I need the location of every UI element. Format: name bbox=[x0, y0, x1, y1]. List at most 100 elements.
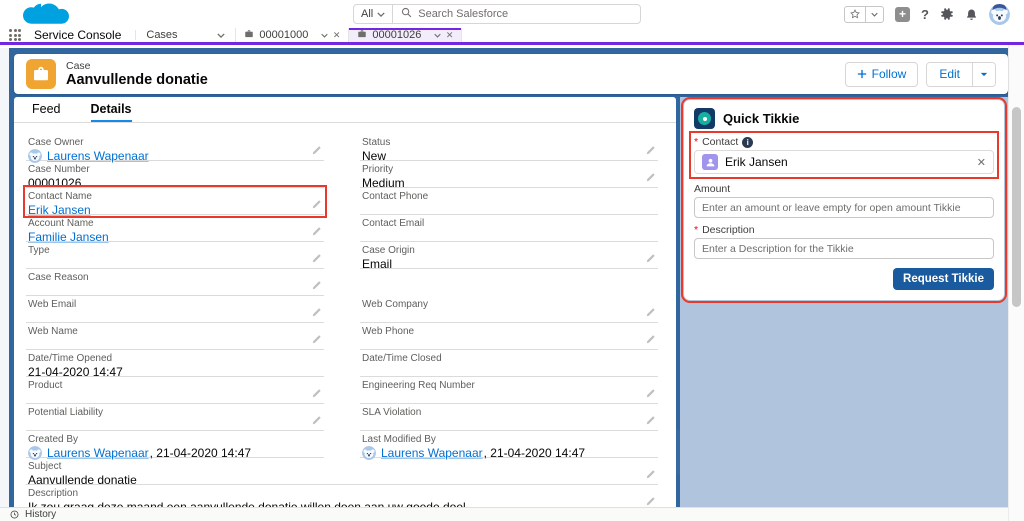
field-label: Contact Email bbox=[362, 218, 658, 229]
search-input[interactable] bbox=[418, 8, 632, 20]
field-engineering-req-number: Engineering Req Number bbox=[360, 377, 658, 404]
edit-pencil-icon[interactable] bbox=[311, 280, 322, 291]
favorites-star-icon[interactable] bbox=[845, 7, 865, 22]
field-label: Case Origin bbox=[362, 245, 658, 256]
edit-pencil-icon[interactable] bbox=[645, 334, 656, 345]
description-field-label: Description bbox=[702, 224, 755, 236]
fields-column-right: Status New Priority Medium Contact Phone bbox=[360, 134, 658, 458]
global-actions-icon[interactable]: + bbox=[895, 7, 910, 22]
salesforce-logo bbox=[20, 1, 70, 32]
field-created-by: Created By Laurens Wapenaar , 21-04-2020… bbox=[26, 431, 324, 458]
fields-full-width: Subject Aanvullende donatie Description … bbox=[14, 458, 676, 507]
entity-label: Case bbox=[66, 60, 208, 72]
field-value: Ik zou graag deze maand een aanvullende … bbox=[28, 500, 469, 507]
help-icon[interactable]: ? bbox=[921, 8, 929, 21]
field-label: Priority bbox=[362, 164, 658, 175]
close-icon[interactable]: ✕ bbox=[333, 30, 341, 41]
console-content: Case Aanvullende donatie Follow Edit Fee… bbox=[0, 48, 1024, 507]
info-icon[interactable]: i bbox=[742, 137, 753, 148]
edit-pencil-icon[interactable] bbox=[311, 307, 322, 318]
edit-pencil-icon[interactable] bbox=[311, 334, 322, 345]
search-scope-label: All bbox=[361, 8, 373, 20]
record-tabs: Feed Details bbox=[14, 97, 676, 123]
close-icon[interactable]: ✕ bbox=[446, 30, 454, 41]
workspace-tab-bar: Service Console Cases 00001000 ✕ 0000102… bbox=[0, 28, 1024, 45]
description-input[interactable] bbox=[694, 238, 994, 259]
field-label: SLA Violation bbox=[362, 407, 658, 418]
edit-pencil-icon[interactable] bbox=[311, 199, 322, 210]
field-label: Case Owner bbox=[28, 137, 324, 148]
utility-history[interactable]: History bbox=[10, 509, 56, 520]
contact-selected-pill[interactable]: Erik Jansen ✕ bbox=[694, 150, 994, 174]
field-potential-liability: Potential Liability bbox=[26, 404, 324, 431]
amount-field-label: Amount bbox=[694, 183, 730, 195]
search-scope-dropdown[interactable]: All bbox=[354, 5, 393, 23]
edit-pencil-icon[interactable] bbox=[645, 307, 656, 318]
field-case-number: Case Number 00001026 bbox=[26, 161, 324, 188]
scrollbar-thumb[interactable] bbox=[1012, 107, 1021, 307]
edit-pencil-icon[interactable] bbox=[645, 388, 656, 399]
global-header: All + ? bbox=[0, 0, 1024, 28]
field-label: Last Modified By bbox=[362, 434, 658, 445]
field-label: Case Reason bbox=[28, 272, 324, 283]
edit-button[interactable]: Edit bbox=[927, 63, 972, 86]
case-briefcase-icon bbox=[357, 29, 367, 42]
field-value: Email bbox=[362, 257, 392, 271]
edit-pencil-icon[interactable] bbox=[645, 172, 656, 183]
edit-pencil-icon[interactable] bbox=[645, 253, 656, 264]
amount-input[interactable] bbox=[694, 197, 994, 218]
field-label: Description bbox=[28, 488, 658, 499]
edit-pencil-icon[interactable] bbox=[311, 145, 322, 156]
field-case-owner: Case Owner Laurens Wapenaar bbox=[26, 134, 324, 161]
edit-pencil-icon[interactable] bbox=[311, 253, 322, 264]
field-label: Contact Phone bbox=[362, 191, 658, 202]
field-product: Product bbox=[26, 377, 324, 404]
favorites-dropdown-icon[interactable] bbox=[865, 7, 883, 22]
edit-pencil-icon[interactable] bbox=[645, 415, 656, 426]
tab-dropdown-icon[interactable] bbox=[321, 33, 328, 38]
tab-dropdown-icon[interactable] bbox=[434, 33, 441, 38]
scrollbar-track[interactable] bbox=[1008, 45, 1024, 521]
more-actions-dropdown-icon[interactable] bbox=[972, 63, 995, 86]
case-entity-icon bbox=[26, 59, 56, 89]
edit-pencil-icon[interactable] bbox=[311, 226, 322, 237]
field-label: Product bbox=[28, 380, 324, 391]
field-web-phone: Web Phone bbox=[360, 323, 658, 350]
field-type: Type bbox=[26, 242, 324, 269]
record-header: Case Aanvullende donatie Follow Edit bbox=[14, 54, 1008, 94]
field-label: Created By bbox=[28, 434, 324, 445]
quick-tikkie-component-icon bbox=[694, 108, 715, 129]
field-priority: Priority Medium bbox=[360, 161, 658, 188]
field-case-origin: Case Origin Email bbox=[360, 242, 658, 269]
remove-contact-icon[interactable]: ✕ bbox=[977, 156, 986, 169]
field-label: Type bbox=[28, 245, 324, 256]
left-gutter bbox=[0, 48, 9, 507]
field-label: Date/Time Opened bbox=[28, 353, 324, 364]
edit-pencil-icon[interactable] bbox=[645, 469, 656, 480]
tikkie-contact-group: * Contact i Erik Jansen ✕ bbox=[694, 136, 994, 174]
request-tikkie-button[interactable]: Request Tikkie bbox=[893, 268, 994, 290]
user-avatar[interactable] bbox=[989, 4, 1010, 25]
follow-button[interactable]: Follow bbox=[845, 62, 919, 87]
field-status: Status New bbox=[360, 134, 658, 161]
field-label: Status bbox=[362, 137, 658, 148]
contact-field-label: Contact bbox=[702, 136, 738, 148]
workspace-tab-00001000[interactable]: 00001000 ✕ bbox=[236, 28, 349, 42]
edit-pencil-icon[interactable] bbox=[645, 496, 656, 507]
edit-pencil-icon[interactable] bbox=[311, 388, 322, 399]
notifications-bell-icon[interactable] bbox=[965, 8, 978, 21]
field-subject: Subject Aanvullende donatie bbox=[26, 458, 658, 485]
quick-tikkie-title: Quick Tikkie bbox=[723, 111, 799, 126]
edit-pencil-icon[interactable] bbox=[645, 145, 656, 156]
global-search: All bbox=[353, 4, 641, 24]
right-sidebar: Quick Tikkie * Contact i Erik Jansen ✕ bbox=[680, 97, 1008, 507]
field-web-company: Web Company bbox=[360, 296, 658, 323]
tab-details[interactable]: Details bbox=[91, 97, 132, 122]
tikkie-amount-group: Amount bbox=[694, 183, 994, 218]
edit-pencil-icon[interactable] bbox=[311, 415, 322, 426]
setup-gear-icon[interactable] bbox=[940, 7, 954, 21]
field-label: Web Company bbox=[362, 299, 658, 310]
workspace-tab-00001026[interactable]: 00001026 ✕ bbox=[349, 28, 462, 42]
nav-item-cases[interactable]: Cases bbox=[136, 28, 236, 42]
tab-feed[interactable]: Feed bbox=[32, 97, 61, 122]
